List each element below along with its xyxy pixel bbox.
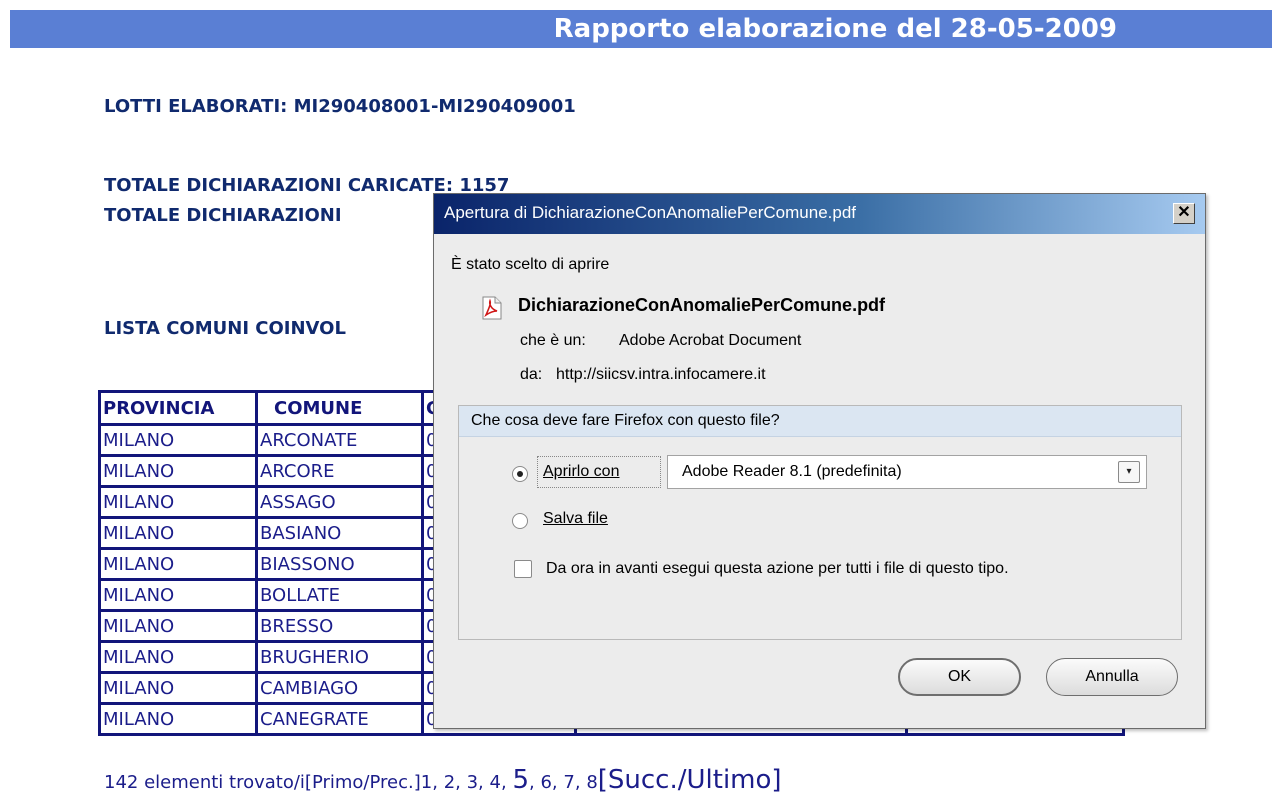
column-header-provincia: PROVINCIA: [98, 390, 258, 426]
page-4-link[interactable]: 4,: [490, 772, 507, 793]
always-do-label[interactable]: Da ora in avanti esegui questa azione pe…: [546, 560, 1009, 578]
save-file-label[interactable]: Salva file: [543, 510, 608, 528]
cell-comune: ARCONATE: [255, 423, 424, 457]
application-select[interactable]: Adobe Reader 8.1 (predefinita) ▾: [667, 455, 1147, 489]
report-title: Rapporto elaborazione del 28-05-2009: [553, 14, 1117, 44]
current-page: 5: [512, 765, 529, 795]
cell-provincia: MILANO: [98, 640, 258, 674]
cell-provincia: MILANO: [98, 671, 258, 705]
dialog-intro: È stato scelto di aprire: [451, 256, 610, 273]
file-name: DichiarazioneConAnomaliePerComune.pdf: [518, 295, 886, 315]
page-6-link[interactable]: 6,: [540, 772, 557, 793]
cell-provincia: MILANO: [98, 702, 258, 736]
page-2-link[interactable]: 2,: [444, 772, 461, 793]
cell-provincia: MILANO: [98, 609, 258, 643]
download-dialog: Apertura di DichiarazioneConAnomaliePerC…: [433, 193, 1206, 729]
cell-comune: BOLLATE: [255, 578, 424, 612]
cell-comune: CAMBIAGO: [255, 671, 424, 705]
cell-comune: BRESSO: [255, 609, 424, 643]
page-8-link[interactable]: 8: [586, 772, 597, 793]
save-file-label-text: Salva file: [543, 510, 608, 527]
save-file-radio[interactable]: [512, 513, 528, 529]
dialog-titlebar[interactable]: Apertura di DichiarazioneConAnomaliePerC…: [434, 194, 1205, 234]
cell-provincia: MILANO: [98, 485, 258, 519]
report-banner: Rapporto elaborazione del 28-05-2009: [10, 10, 1272, 48]
ok-button[interactable]: OK: [898, 658, 1021, 696]
page-7-link[interactable]: 7,: [563, 772, 580, 793]
cell-provincia: MILANO: [98, 547, 258, 581]
next-last-link[interactable]: [Succ./Ultimo]: [598, 765, 782, 795]
action-question: Che cosa deve fare Firefox con questo fi…: [471, 412, 780, 429]
file-type-value: Adobe Acrobat Document: [619, 332, 802, 349]
cell-comune: BRUGHERIO: [255, 640, 424, 674]
cell-provincia: MILANO: [98, 423, 258, 457]
page-1-link[interactable]: 1,: [421, 772, 438, 793]
file-source-label: da:: [520, 366, 543, 383]
pdf-icon: [482, 296, 502, 320]
cancel-button[interactable]: Annulla: [1046, 658, 1178, 696]
close-icon[interactable]: ✕: [1173, 203, 1195, 224]
cell-comune: CANEGRATE: [255, 702, 424, 736]
application-select-value: Adobe Reader 8.1 (predefinita): [682, 463, 902, 480]
cell-comune: BASIANO: [255, 516, 424, 550]
cell-comune: ASSAGO: [255, 485, 424, 519]
open-with-label-text: Aprirlo con: [543, 463, 620, 480]
results-count: 142 elementi trovato/i: [104, 772, 305, 793]
totale-dichiarazioni: TOTALE DICHIARAZIONI: [104, 205, 342, 226]
dialog-title: Apertura di DichiarazioneConAnomaliePerC…: [444, 203, 857, 222]
open-with-label[interactable]: Aprirlo con: [543, 463, 619, 481]
cell-comune: ARCORE: [255, 454, 424, 488]
file-source-value: http://siicsv.intra.infocamere.it: [556, 366, 766, 383]
cell-provincia: MILANO: [98, 516, 258, 550]
dropdown-arrow-icon[interactable]: ▾: [1118, 461, 1140, 483]
always-do-checkbox[interactable]: [514, 560, 532, 578]
lista-comuni-heading: LISTA COMUNI COINVOL: [104, 318, 346, 339]
pagination: 142 elementi trovato/i[Primo/Prec.]1, 2,…: [104, 765, 782, 795]
radio-selected-dot: [517, 471, 523, 477]
column-header-comune: COMUNE: [255, 390, 424, 426]
page-separator: ,: [529, 772, 535, 793]
action-group-header: Che cosa deve fare Firefox con questo fi…: [459, 406, 1181, 437]
cell-provincia: MILANO: [98, 578, 258, 612]
open-with-radio[interactable]: [512, 466, 528, 482]
first-prev-link[interactable]: [Primo/Prec.]: [305, 772, 421, 793]
cell-comune: BIASSONO: [255, 547, 424, 581]
cell-provincia: MILANO: [98, 454, 258, 488]
lotti-heading: LOTTI ELABORATI: MI290408001-MI290409001: [104, 96, 576, 117]
page-3-link[interactable]: 3,: [467, 772, 484, 793]
file-type-label: che è un:: [520, 332, 586, 349]
